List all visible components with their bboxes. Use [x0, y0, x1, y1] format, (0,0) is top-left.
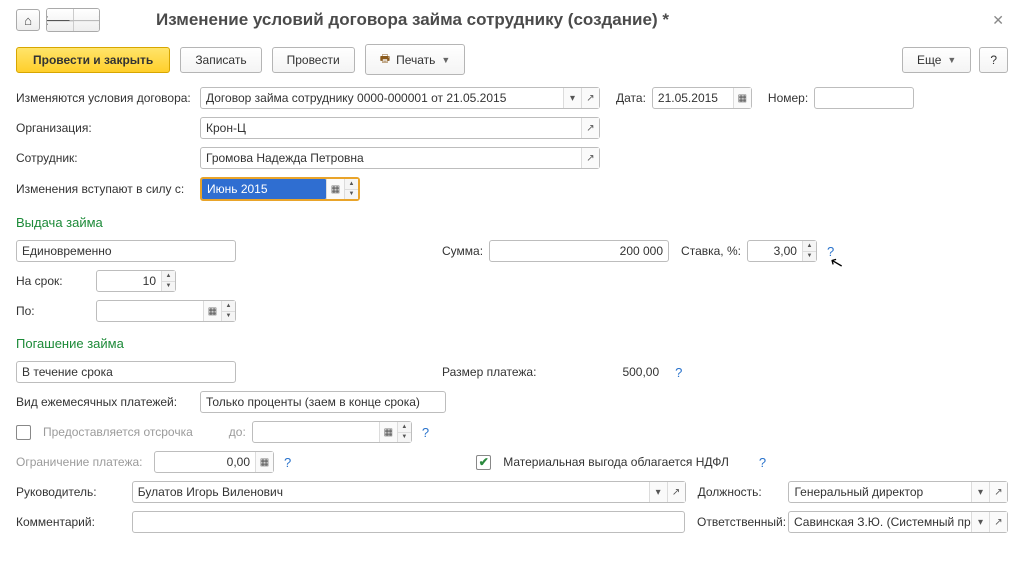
defer-until-input[interactable]: ▦ ▲▼	[252, 421, 412, 443]
contract-label: Изменяются условия договора:	[16, 91, 194, 105]
repay-section-title: Погашение займа	[16, 336, 1008, 351]
open-icon[interactable]: ↗	[989, 512, 1007, 532]
repay-mode-select[interactable]: В течение срока	[16, 361, 236, 383]
nav-history: 🡐 🡒	[46, 8, 100, 32]
manager-value: Булатов Игорь Виленович	[133, 482, 649, 502]
open-icon[interactable]: ↗	[989, 482, 1007, 502]
post-button[interactable]: Провести	[272, 47, 355, 73]
dropdown-icon[interactable]: ▾	[563, 88, 581, 108]
term-value: 10	[97, 271, 161, 291]
defer-checkbox[interactable]	[16, 425, 31, 440]
defer-until-value	[253, 422, 379, 442]
calendar-icon[interactable]: ▦	[733, 88, 751, 108]
ndfl-label: Материальная выгода облагается НДФЛ	[503, 455, 729, 469]
pay-size-label: Размер платежа:	[442, 365, 536, 379]
contract-value: Договор займа сотруднику 0000-000001 от …	[201, 88, 563, 108]
org-label: Организация:	[16, 121, 194, 135]
sum-input[interactable]: 200 000	[489, 240, 669, 262]
open-icon[interactable]: ↗	[581, 118, 599, 138]
manager-label: Руководитель:	[16, 485, 126, 499]
responsible-input[interactable]: Савинская З.Ю. (Системный прог ▾ ↗	[788, 511, 1008, 533]
chevron-down-icon: ▼	[947, 55, 956, 65]
calendar-icon[interactable]: ▦	[203, 301, 221, 321]
defer-help-icon[interactable]: ?	[418, 425, 433, 440]
open-icon[interactable]: ↗	[581, 88, 599, 108]
home-button[interactable]: ⌂	[16, 9, 40, 31]
rate-input[interactable]: 3,00 ▲▼	[747, 240, 817, 262]
pay-size-value: 500,00	[622, 365, 659, 379]
number-input[interactable]	[814, 87, 914, 109]
close-button[interactable]: ✕	[988, 10, 1008, 31]
effective-stepper[interactable]: ▲▼	[344, 179, 358, 199]
until-value	[97, 301, 203, 321]
defer-stepper[interactable]: ▲▼	[397, 422, 411, 442]
post-and-close-button[interactable]: Провести и закрыть	[16, 47, 170, 73]
ndfl-checkbox[interactable]	[476, 455, 491, 470]
date-value: 21.05.2015	[653, 88, 733, 108]
position-input[interactable]: Генеральный директор ▾ ↗	[788, 481, 1008, 503]
effective-value: Июнь 2015	[202, 179, 326, 199]
print-button[interactable]: Печать ▼	[365, 44, 466, 75]
until-stepper[interactable]: ▲▼	[221, 301, 235, 321]
printer-icon	[380, 50, 390, 69]
more-button[interactable]: Еще ▼	[902, 47, 971, 73]
defer-until-label: до:	[229, 425, 246, 439]
org-value: Крон-Ц	[201, 118, 581, 138]
dropdown-icon[interactable]: ▾	[971, 512, 989, 532]
until-input[interactable]: ▦ ▲▼	[96, 300, 236, 322]
open-icon[interactable]: ↗	[581, 148, 599, 168]
loan-section-title: Выдача займа	[16, 215, 1008, 230]
position-value: Генеральный директор	[789, 482, 971, 502]
window-title: Изменение условий договора займа сотрудн…	[156, 10, 982, 30]
manager-input[interactable]: Булатов Игорь Виленович ▾ ↗	[132, 481, 686, 503]
rate-label: Ставка, %:	[681, 244, 741, 258]
defer-label: Предоставляется отсрочка	[43, 425, 193, 439]
help-button[interactable]: ?	[979, 47, 1008, 73]
sum-label: Сумма:	[442, 244, 483, 258]
write-button[interactable]: Записать	[180, 47, 261, 73]
until-label: По:	[16, 304, 72, 318]
print-label: Печать	[396, 53, 435, 67]
rate-value: 3,00	[748, 241, 802, 261]
calc-icon[interactable]: ▦	[255, 452, 273, 472]
chevron-down-icon: ▼	[441, 55, 450, 65]
term-stepper[interactable]: ▲▼	[161, 271, 175, 291]
dropdown-icon[interactable]: ▾	[649, 482, 667, 502]
calendar-icon[interactable]: ▦	[326, 179, 344, 199]
open-icon[interactable]: ↗	[667, 482, 685, 502]
responsible-label: Ответственный:	[697, 515, 782, 529]
responsible-value: Савинская З.Ю. (Системный прог	[789, 512, 971, 532]
nav-forward-button[interactable]: 🡒	[73, 9, 99, 31]
sum-value: 200 000	[490, 241, 668, 261]
contract-input[interactable]: Договор займа сотруднику 0000-000001 от …	[200, 87, 600, 109]
effective-label: Изменения вступают в силу с:	[16, 182, 194, 196]
loan-mode-select[interactable]: Единовременно	[16, 240, 236, 262]
emp-value: Громова Надежда Петровна	[201, 148, 581, 168]
number-label: Номер:	[768, 91, 808, 105]
limit-input[interactable]: 0,00 ▦	[154, 451, 274, 473]
monthly-label: Вид ежемесячных платежей:	[16, 395, 194, 409]
limit-help-icon[interactable]: ?	[280, 455, 295, 470]
term-label: На срок:	[16, 274, 72, 288]
comment-label: Комментарий:	[16, 515, 126, 529]
ndfl-help-icon[interactable]: ?	[755, 455, 770, 470]
date-input[interactable]: 21.05.2015 ▦	[652, 87, 752, 109]
monthly-select[interactable]: Только проценты (заем в конце срока)	[200, 391, 446, 413]
calendar-icon[interactable]: ▦	[379, 422, 397, 442]
limit-value: 0,00	[155, 452, 255, 472]
emp-label: Сотрудник:	[16, 151, 194, 165]
org-input[interactable]: Крон-Ц ↗	[200, 117, 600, 139]
position-label: Должность:	[698, 485, 783, 499]
more-label: Еще	[917, 53, 941, 67]
pay-size-help-icon[interactable]: ?	[671, 365, 686, 380]
rate-stepper[interactable]: ▲▼	[802, 241, 816, 261]
dropdown-icon[interactable]: ▾	[971, 482, 989, 502]
term-input[interactable]: 10 ▲▼	[96, 270, 176, 292]
comment-input[interactable]	[132, 511, 685, 533]
limit-label: Ограничение платежа:	[16, 455, 148, 469]
emp-input[interactable]: Громова Надежда Петровна ↗	[200, 147, 600, 169]
date-label: Дата:	[616, 91, 646, 105]
effective-input[interactable]: Июнь 2015 ▦ ▲▼	[200, 177, 360, 201]
